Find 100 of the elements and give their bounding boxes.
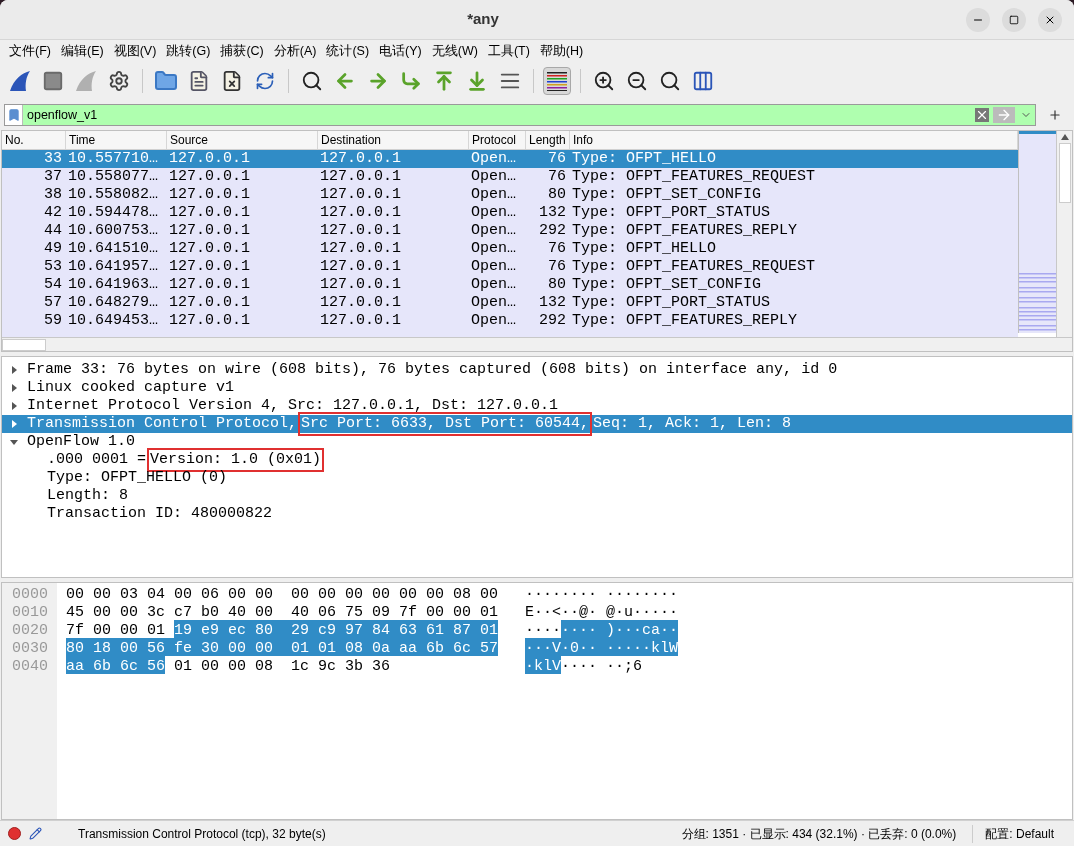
ascii-text[interactable]: ···· )···ca·· [561, 620, 679, 638]
table-cell-text: 127.0.0.1 [319, 220, 402, 241]
colored-lines-icon [546, 71, 568, 91]
table-cell-text: Type: OFPT_HELLO [571, 150, 718, 169]
collapsed-arrow-icon[interactable] [10, 366, 18, 374]
table-cell-text: 10.600753… [67, 220, 159, 241]
table-cell-text: 132 [538, 202, 567, 223]
column-header[interactable]: No. [2, 131, 66, 149]
detail-text: OpenFlow 1.0 [26, 431, 137, 452]
packet-row[interactable]: 33 10.557710… 127.0.0.1 127.0.0.1 Open… 76 Type: OFPT_HELLO [2, 150, 1018, 168]
shark-fin-icon [74, 69, 98, 93]
comment-icon[interactable] [29, 827, 42, 840]
detail-row[interactable]: Type: OFPT_HELLO (0) [2, 469, 1072, 487]
ascii-text[interactable]: ···· ··;6 [561, 656, 643, 674]
horizontal-scrollbar[interactable] [2, 337, 1072, 351]
detail-text: Transmission Control Protocol, [26, 413, 299, 434]
table-cell-text: Open… [470, 310, 517, 331]
detail-text: Linux cooked capture v1 [26, 377, 236, 398]
detail-text: Frame 33: 76 bytes on wire (608 bits), 76 bytes captured (608 bits) on interface any, id 0 [26, 359, 839, 380]
collapsed-arrow-icon[interactable] [10, 402, 18, 410]
settings-icon [108, 70, 130, 92]
scroll-up-icon[interactable] [1060, 134, 1069, 140]
table-cell-text: Type: OFPT_PORT_STATUS [571, 292, 772, 313]
profile-label[interactable]: 配置: Default [972, 824, 1066, 843]
column-header[interactable]: Time [66, 131, 167, 149]
table-cell-text: 76 [547, 256, 567, 277]
offset-label: 0030 [11, 639, 49, 656]
table-cell-text: Open… [470, 150, 517, 169]
ascii-text[interactable]: E··<··@· @·u····· [525, 602, 679, 620]
vertical-scrollbar[interactable] [1056, 131, 1072, 337]
table-cell-text: 127.0.0.1 [319, 150, 402, 169]
table-cell-text: 127.0.0.1 [319, 202, 402, 223]
maximize-button[interactable] [1002, 7, 1026, 32]
column-header[interactable]: Destination [318, 131, 469, 149]
table-cell-text: 10.641963… [67, 274, 159, 295]
menu-item[interactable]: 编辑(E) [55, 41, 109, 61]
menu-item[interactable]: 无线(W) [426, 41, 483, 61]
offset-label: 0020 [11, 621, 49, 638]
minimize-button[interactable] [966, 7, 990, 32]
hex-bytes[interactable]: 80 18 00 56 fe 30 00 00 01 01 08 0a aa 6b 6c 57 [66, 638, 499, 656]
detail-row[interactable]: Frame 33: 76 bytes on wire (608 bits), 76 bytes captured (608 bits) on interface any, id 0 [2, 361, 1072, 379]
stop-icon [42, 70, 64, 92]
packet-stats: 分组: 1351 · 已显示: 434 (32.1%) · 已丢弃: 0 (0.0%) [681, 825, 958, 843]
right-arrow-icon [367, 70, 389, 92]
table-cell-text: 292 [538, 310, 567, 331]
ascii-text[interactable]: ········ ········ [525, 584, 679, 602]
menu-item[interactable]: 统计(S) [321, 41, 375, 61]
detail-row[interactable]: OpenFlow 1.0 [2, 433, 1072, 451]
column-header[interactable]: Source [167, 131, 318, 149]
menu-item[interactable]: 分析(A) [268, 41, 322, 61]
table-cell-text: 127.0.0.1 [319, 274, 402, 295]
up-arrow-icon [433, 70, 455, 92]
column-header[interactable]: Protocol [469, 131, 526, 149]
detail-row[interactable]: .000 0001 = Version: 1.0 (0x01) [2, 451, 1072, 469]
ascii-text[interactable]: ·klV [525, 656, 561, 674]
table-cell-text: 44 [43, 220, 63, 241]
filter-field[interactable]: openflow_v1 [4, 104, 1036, 126]
column-header[interactable]: Length [526, 131, 570, 149]
ascii-text[interactable]: ···· [525, 620, 561, 638]
table-cell-text: Type: OFPT_SET_CONFIG [571, 184, 763, 205]
shark-fin-icon [8, 69, 32, 93]
table-cell-text: Type: OFPT_FEATURES_REPLY [571, 310, 799, 331]
hex-bytes[interactable]: 00 00 03 04 00 06 00 00 00 00 00 00 00 00 08 00 [66, 584, 499, 602]
table-cell-text: 76 [547, 166, 567, 187]
table-cell-text: 127.0.0.1 [319, 256, 402, 277]
add-filter-icon[interactable] [1048, 108, 1062, 122]
expert-info-icon[interactable] [8, 827, 21, 840]
menu-item[interactable]: 文件(F) [4, 41, 56, 61]
menu-item[interactable]: 跳转(G) [161, 41, 216, 61]
ascii-text[interactable]: ···V·0·· ·····klW [525, 638, 679, 656]
detail-row[interactable]: Internet Protocol Version 4, Src: 127.0.0.1, Dst: 127.0.0.1 [2, 397, 1072, 415]
table-cell-text: Open… [470, 238, 517, 259]
file-close-icon [221, 70, 243, 92]
collapsed-arrow-icon[interactable] [10, 384, 18, 392]
menu-item[interactable]: 帮助(H) [534, 41, 589, 61]
scrollbar-thumb[interactable] [1058, 143, 1071, 203]
bookmark-icon[interactable] [6, 108, 21, 122]
columns-icon [692, 70, 714, 92]
detail-row[interactable]: Transaction ID: 480000822 [2, 505, 1072, 523]
expanded-arrow-icon[interactable] [10, 438, 18, 446]
hex-bytes[interactable]: 19 e9 ec 80 29 c9 97 84 63 61 87 01 [174, 620, 499, 638]
detail-row[interactable]: Linux cooked capture v1 [2, 379, 1072, 397]
hex-bytes[interactable]: 45 00 00 3c c7 b0 40 00 40 06 75 09 7f 00 00 01 [66, 602, 499, 620]
menu-item[interactable]: 电话(Y) [374, 41, 427, 61]
scrollbar-thumb[interactable] [2, 338, 46, 351]
colorize-button[interactable] [543, 67, 571, 95]
hex-bytes[interactable]: 01 00 00 08 1c 9c 3b 36 [165, 656, 391, 674]
clear-icon[interactable] [975, 108, 989, 122]
collapsed-arrow-icon[interactable] [10, 420, 18, 428]
detail-row[interactable]: Transmission Control Protocol, Src Port: 6633, Dst Port: 60544, Seq: 1, Ack: 1, Len: 8 [2, 415, 1072, 433]
zoom-reset-icon [659, 70, 681, 92]
hex-bytes[interactable]: aa 6b 6c 56 [66, 656, 166, 674]
menu-item[interactable]: 捕获(C) [215, 41, 269, 61]
detail-text: Transaction ID: 480000822 [46, 503, 274, 524]
table-cell-text: 10.641957… [67, 256, 159, 277]
detail-row[interactable]: Length: 8 [2, 487, 1072, 505]
hex-bytes[interactable]: 7f 00 00 01 [66, 620, 175, 638]
menu-item[interactable]: 视图(V) [108, 41, 162, 61]
table-cell-text: 10.641510… [67, 238, 159, 259]
menu-item[interactable]: 工具(T) [482, 41, 535, 61]
